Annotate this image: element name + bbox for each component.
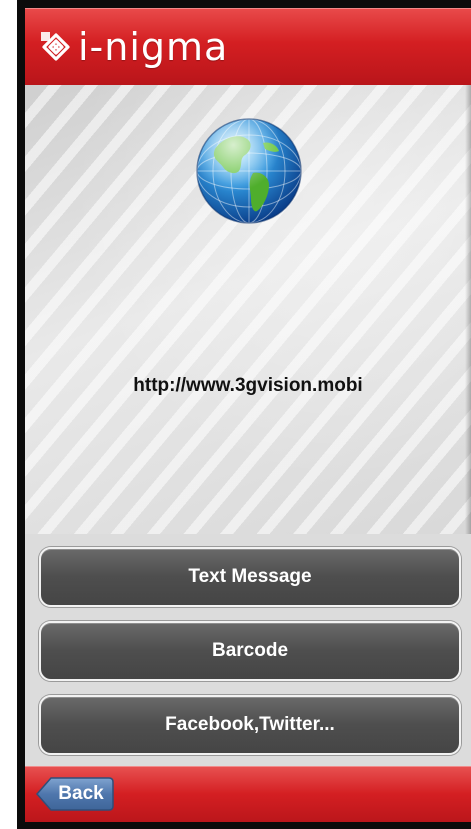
barcode-button[interactable]: Barcode xyxy=(39,621,461,681)
app-footer: Back xyxy=(25,766,471,822)
app-screen: i-nigma http://www.3gvision.mobi Text Me… xyxy=(25,8,471,822)
app-header: i-nigma xyxy=(25,8,471,85)
back-label: Back xyxy=(58,783,104,804)
social-share-button[interactable]: Facebook,Twitter... xyxy=(39,695,461,755)
back-button[interactable]: Back xyxy=(35,776,115,812)
i-nigma-logo-icon xyxy=(41,32,70,61)
result-panel: http://www.3gvision.mobi xyxy=(25,85,471,534)
phone-frame: i-nigma http://www.3gvision.mobi Text Me… xyxy=(17,0,471,829)
decoded-url[interactable]: http://www.3gvision.mobi xyxy=(25,375,471,397)
app-logo: i-nigma xyxy=(39,22,228,72)
share-actions: Text Message Barcode Facebook,Twitter... xyxy=(25,534,471,766)
text-message-button[interactable]: Text Message xyxy=(39,547,461,607)
globe-icon xyxy=(196,118,302,224)
app-title: i-nigma xyxy=(78,25,229,69)
